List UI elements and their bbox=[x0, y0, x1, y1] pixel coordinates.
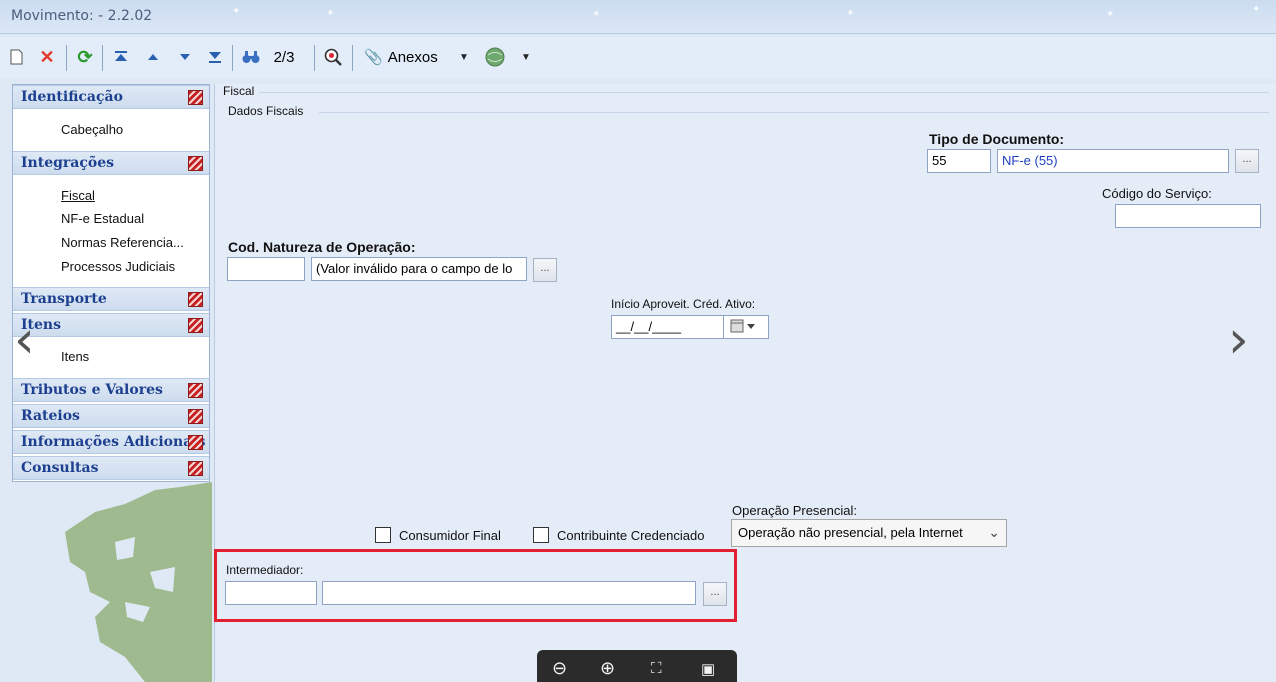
section-label: Tributos e Valores bbox=[21, 382, 163, 398]
expand-icon[interactable] bbox=[188, 292, 203, 307]
toolbar-separator bbox=[232, 45, 233, 71]
section-identificacao[interactable]: Identificação bbox=[13, 85, 209, 109]
section-integracoes[interactable]: Integrações bbox=[13, 151, 209, 175]
section-label: Consultas bbox=[21, 460, 99, 476]
snowflake-decoration: ✶ bbox=[1106, 9, 1115, 20]
collapse-icon[interactable] bbox=[188, 318, 203, 333]
toolbar: ✕ ⟳ 2/3 📎 Anexos ▼ ▼ bbox=[0, 37, 1276, 79]
tipo-documento-lookup-button[interactable]: ... bbox=[1235, 149, 1259, 173]
section-transporte[interactable]: Transporte bbox=[13, 287, 209, 311]
codigo-servico-field[interactable] bbox=[1115, 204, 1261, 228]
consumidor-final-checkbox[interactable] bbox=[375, 527, 391, 543]
contribuinte-credenciado-checkbox[interactable] bbox=[533, 527, 549, 543]
anexos-button[interactable]: 📎 Anexos bbox=[364, 46, 450, 68]
natureza-operacao-lookup-button[interactable]: ... bbox=[533, 258, 557, 282]
tipo-documento-code-field[interactable]: 55 bbox=[927, 149, 991, 173]
last-icon[interactable] bbox=[206, 46, 224, 68]
section-label: Rateios bbox=[21, 408, 80, 424]
expand-icon[interactable] bbox=[188, 383, 203, 398]
section-informacoes-adicionais[interactable]: Informações Adicionais bbox=[13, 430, 209, 454]
snowflake-decoration: ✶ bbox=[592, 9, 601, 20]
globe-icon[interactable] bbox=[484, 46, 506, 68]
operacao-presencial-label: Operação Presencial: bbox=[732, 503, 858, 518]
collapse-icon[interactable] bbox=[188, 156, 203, 171]
natureza-operacao-description-field[interactable]: (Valor inválido para o campo de lo bbox=[311, 257, 527, 281]
toolbar-separator bbox=[352, 45, 353, 71]
zoom-in-icon[interactable]: ⊕ bbox=[600, 658, 615, 679]
highlight-box bbox=[214, 549, 737, 622]
inicio-aproveitamento-date-field[interactable]: __/__/____ bbox=[611, 315, 725, 339]
section-rateios[interactable]: Rateios bbox=[13, 404, 209, 428]
sidebar-item-processos-judiciais[interactable]: Processos Judiciais bbox=[61, 259, 175, 274]
globe-dropdown-icon[interactable]: ▼ bbox=[520, 46, 532, 68]
anexos-dropdown-icon[interactable]: ▼ bbox=[458, 46, 470, 68]
map-decoration bbox=[65, 482, 212, 682]
snowflake-decoration: ✦ bbox=[232, 6, 241, 17]
calendar-icon bbox=[730, 319, 755, 333]
operacao-presencial-select[interactable]: Operação não presencial, pela Internet ⌄ bbox=[731, 519, 1007, 547]
carousel-next-icon[interactable]: › bbox=[1228, 314, 1249, 366]
sidebar-item-normas-referenciadas[interactable]: Normas Referencia... bbox=[61, 235, 184, 250]
tipo-documento-description-field[interactable]: NF-e (55) bbox=[997, 149, 1229, 173]
refresh-icon[interactable]: ⟳ bbox=[74, 46, 96, 68]
natureza-operacao-label: Cod. Natureza de Operação: bbox=[228, 239, 416, 255]
title-bar: Movimento: - 2.2.02 ✦ ✶ ✶ ✶ ✶ ✦ bbox=[0, 0, 1276, 34]
group-divider bbox=[319, 112, 1269, 113]
operacao-presencial-value: Operação não presencial, pela Internet bbox=[738, 525, 963, 540]
paperclip-icon: 📎 bbox=[364, 49, 383, 66]
sidebar-item-fiscal[interactable]: Fiscal bbox=[61, 188, 95, 203]
tipo-documento-label: Tipo de Documento: bbox=[929, 131, 1065, 147]
first-icon[interactable] bbox=[112, 46, 130, 68]
window-title: Movimento: - 2.2.02 bbox=[11, 8, 153, 24]
sidebar-nav: Identificação Cabeçalho Integrações Fisc… bbox=[12, 84, 210, 482]
section-label: Transporte bbox=[21, 291, 107, 307]
sidebar-item-cabecalho[interactable]: Cabeçalho bbox=[61, 122, 123, 137]
toolbar-separator bbox=[314, 45, 315, 71]
previous-icon[interactable] bbox=[144, 46, 162, 68]
expand-icon[interactable] bbox=[188, 435, 203, 450]
record-counter: 2/3 bbox=[273, 48, 295, 66]
snowflake-decoration: ✦ bbox=[1252, 4, 1261, 15]
section-tributos-valores[interactable]: Tributos e Valores bbox=[13, 378, 209, 402]
new-icon[interactable] bbox=[8, 46, 24, 68]
collapse-icon[interactable] bbox=[188, 90, 203, 105]
calendar-picker-button[interactable] bbox=[723, 315, 769, 339]
slideshow-icon[interactable]: ▣ bbox=[701, 660, 715, 678]
section-itens[interactable]: Itens bbox=[13, 313, 209, 337]
toolbar-separator bbox=[66, 45, 67, 71]
zoom-out-icon[interactable]: ⊖ bbox=[552, 658, 567, 679]
sidebar-item-itens[interactable]: Itens bbox=[61, 349, 89, 364]
consumidor-final-label: Consumidor Final bbox=[399, 528, 501, 543]
snowflake-decoration: ✶ bbox=[326, 8, 335, 19]
natureza-operacao-code-field[interactable] bbox=[227, 257, 305, 281]
expand-icon[interactable] bbox=[188, 409, 203, 424]
next-icon[interactable] bbox=[176, 46, 194, 68]
image-viewer-controls: ⊖ ⊕ ⛶ ▣ bbox=[537, 650, 737, 682]
anexos-label: Anexos bbox=[387, 48, 438, 66]
section-label: Informações Adicionais bbox=[21, 434, 206, 450]
section-consultas[interactable]: Consultas bbox=[13, 456, 209, 480]
sidebar-item-nfe-estadual[interactable]: NF-e Estadual bbox=[61, 211, 144, 226]
tab-fiscal-label: Fiscal bbox=[223, 84, 255, 98]
section-label: Integrações bbox=[21, 155, 114, 171]
snowflake-decoration: ✶ bbox=[846, 8, 855, 19]
chevron-down-icon: ⌄ bbox=[988, 524, 1000, 540]
search-zoom-icon[interactable] bbox=[322, 46, 344, 68]
toolbar-separator bbox=[102, 45, 103, 71]
section-label: Identificação bbox=[21, 89, 123, 105]
binoculars-icon[interactable] bbox=[240, 46, 262, 68]
carousel-previous-icon[interactable]: ‹ bbox=[14, 314, 35, 366]
expand-icon[interactable] bbox=[188, 461, 203, 476]
delete-icon[interactable]: ✕ bbox=[38, 46, 56, 68]
contribuinte-credenciado-label: Contribuinte Credenciado bbox=[557, 528, 705, 543]
fullscreen-icon[interactable]: ⛶ bbox=[651, 660, 662, 677]
inicio-aproveitamento-label: Início Aproveit. Créd. Ativo: bbox=[611, 297, 756, 311]
group-divider bbox=[259, 92, 1269, 93]
dados-fiscais-label: Dados Fiscais bbox=[228, 104, 304, 118]
codigo-servico-label: Código do Serviço: bbox=[1102, 186, 1212, 201]
